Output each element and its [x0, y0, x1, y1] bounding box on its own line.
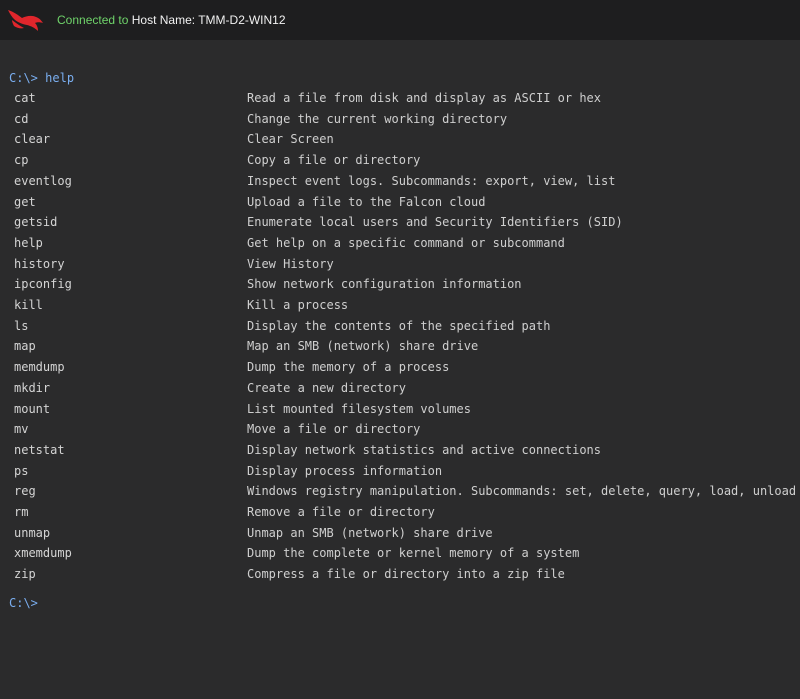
help-row-help: help Get help on a specific command or su… — [0, 236, 800, 256]
command-description: Show network configuration information — [247, 277, 522, 292]
help-row-ipconfig: ipconfig Show network configuration infor… — [0, 277, 800, 297]
command-description: Unmap an SMB (network) share drive — [247, 525, 493, 540]
help-row-zip: zip Compress a file or directory into a z… — [0, 567, 800, 587]
command-description: Display network statistics and active co… — [247, 442, 602, 457]
command-name: mkdir — [14, 380, 51, 395]
help-row-cat: cat Read a file from disk and display as … — [0, 91, 800, 111]
command-name: help — [14, 235, 43, 250]
prompt: C:\> — [9, 71, 38, 85]
command-name: cat — [14, 91, 36, 105]
command-name: history — [14, 256, 65, 271]
command-description: Windows registry manipulation. Subcomman… — [247, 484, 797, 499]
command-name: memdump — [14, 360, 65, 375]
command-name: map — [14, 339, 36, 354]
help-row-ps: ps Display process information — [0, 464, 800, 484]
falcon-logo-icon — [8, 10, 43, 31]
command-name: reg — [14, 484, 36, 499]
command-description: Get help on a specific command or subcom… — [247, 235, 565, 250]
command-name: netstat — [14, 442, 65, 457]
command-name: ps — [14, 463, 29, 478]
help-row-netstat: netstat Display network statistics and ac… — [0, 443, 800, 463]
command-description: Display the contents of the specified pa… — [247, 318, 551, 333]
help-row-rm: rm Remove a file or directory — [0, 505, 800, 525]
help-row-get: get Upload a file to the Falcon cloud — [0, 195, 800, 215]
command-name: xmemdump — [14, 546, 72, 561]
command-description: Remove a file or directory — [247, 505, 435, 519]
prompt: C:\> — [9, 596, 38, 610]
help-row-unmap: unmap Unmap an SMB (network) share drive — [0, 526, 800, 546]
help-row-memdump: memdump Dump the memory of a process — [0, 360, 800, 380]
terminal-output[interactable]: C:\> help cat Read a file from disk and d… — [0, 40, 800, 699]
command-description: Display process information — [247, 463, 443, 478]
command-name: mv — [14, 422, 29, 437]
help-row-eventlog: eventlog Inspect event logs. Subcommands:… — [0, 174, 800, 194]
connection-status: Connected to Host Name: TMM-D2-WIN12 — [57, 13, 286, 27]
help-row-xmemdump: xmemdump Dump the complete or kernel memo… — [0, 546, 800, 566]
command-name: cd — [14, 111, 29, 126]
command-description: Read a file from disk and display as ASC… — [247, 91, 602, 105]
help-row-map: map Map an SMB (network) share drive — [0, 339, 800, 359]
help-row-history: history View History — [0, 257, 800, 277]
command-description: Dump the memory of a process — [247, 360, 450, 375]
typed-command: help — [45, 71, 75, 85]
command-name: ipconfig — [14, 277, 72, 292]
help-row-clear: clear Clear Screen — [0, 132, 800, 152]
command-description: Copy a file or directory — [247, 153, 421, 168]
command-name: clear — [14, 132, 51, 147]
command-name: rm — [14, 505, 29, 519]
help-row-mv: mv Move a file or directory — [0, 422, 800, 442]
connection-status-text: Connected to — [57, 13, 129, 27]
prompt-line: C:\> help — [9, 71, 74, 85]
command-name: get — [14, 194, 36, 209]
command-description: Enumerate local users and Security Ident… — [247, 215, 623, 230]
command-description: View History — [247, 256, 334, 271]
active-prompt[interactable]: C:\> — [9, 596, 38, 610]
help-row-ls: ls Display the contents of the specified … — [0, 319, 800, 339]
command-description: Dump the complete or kernel memory of a … — [247, 546, 580, 561]
command-description: List mounted filesystem volumes — [247, 401, 471, 416]
help-row-cp: cp Copy a file or directory — [0, 153, 800, 173]
help-row-mkdir: mkdir Create a new directory — [0, 381, 800, 401]
help-row-mount: mount List mounted filesystem volumes — [0, 402, 800, 422]
command-description: Compress a file or directory into a zip … — [247, 567, 565, 582]
help-row-cd: cd Change the current working directory — [0, 112, 800, 132]
command-name: ls — [14, 318, 29, 333]
command-name: cp — [14, 153, 29, 168]
command-name: eventlog — [14, 173, 72, 188]
session-header: Connected to Host Name: TMM-D2-WIN12 — [0, 0, 800, 40]
help-row-getsid: getsid Enumerate local users and Security… — [0, 215, 800, 235]
command-name: zip — [14, 567, 36, 582]
command-description: Create a new directory — [247, 380, 406, 395]
command-description: Kill a process — [247, 298, 349, 312]
command-description: Upload a file to the Falcon cloud — [247, 194, 486, 209]
host-name: Host Name: TMM-D2-WIN12 — [131, 13, 286, 27]
command-description: Change the current working directory — [247, 111, 508, 126]
command-description: Move a file or directory — [247, 422, 421, 437]
command-name: mount — [14, 401, 51, 416]
command-name: kill — [14, 298, 43, 312]
command-description: Clear Screen — [247, 132, 334, 147]
command-name: getsid — [14, 215, 58, 230]
help-row-kill: kill Kill a process — [0, 298, 800, 318]
help-row-reg: reg Windows registry manipulation. Subcom… — [0, 484, 800, 504]
command-description: Inspect event logs. Subcommands: export,… — [247, 173, 616, 188]
command-name: unmap — [14, 525, 51, 540]
command-description: Map an SMB (network) share drive — [247, 339, 479, 354]
